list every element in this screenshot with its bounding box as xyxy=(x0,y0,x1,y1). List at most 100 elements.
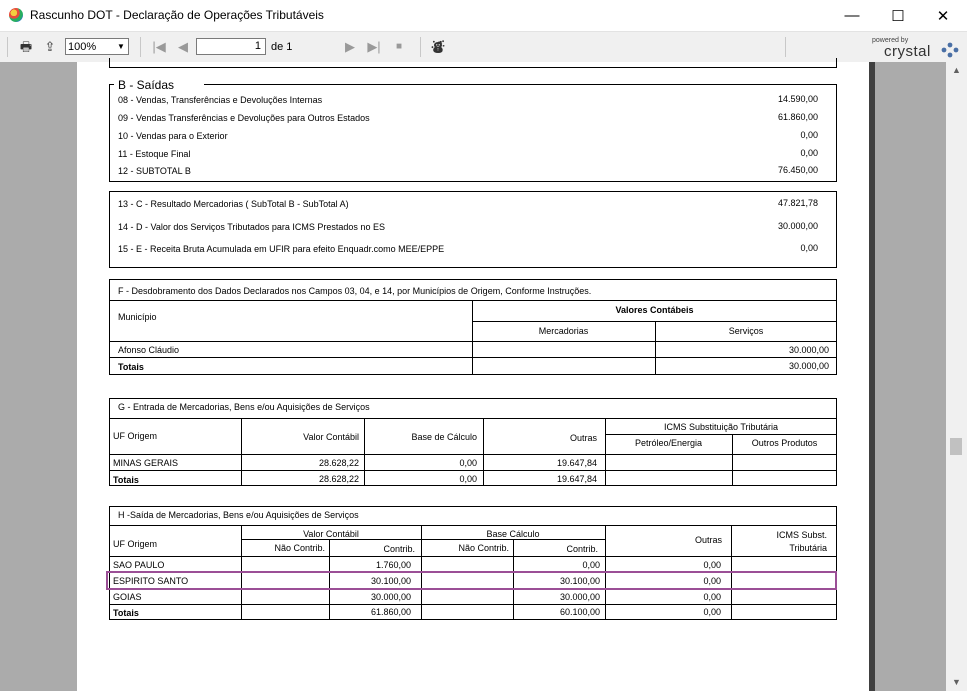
grid-line xyxy=(241,539,605,540)
section-h-cell-outras: 0,00 xyxy=(703,592,721,602)
page-count-label: de 1 xyxy=(271,41,293,53)
brand-label: crystal xyxy=(884,43,931,60)
grid-line xyxy=(109,357,837,358)
grid-line xyxy=(109,418,837,419)
grid-line xyxy=(241,418,242,486)
section-h-header-base-contrib: Contrib. xyxy=(566,544,598,554)
crystal-dots-icon xyxy=(941,42,959,58)
section-h-header-base: Base Cálculo xyxy=(486,529,540,539)
section-g-header-base: Base de Cálculo xyxy=(411,432,477,442)
section-b-row-value: 14.590,00 xyxy=(777,94,818,104)
section-g-cell-uf: MINAS GERAIS xyxy=(113,458,179,468)
zoom-select[interactable]: 100% ▼ xyxy=(65,38,129,55)
grid-line xyxy=(109,556,837,557)
grid-line xyxy=(109,454,837,455)
section-h-totals-label: Totais xyxy=(113,608,139,618)
section-h-totals-base-contrib: 60.100,00 xyxy=(559,607,600,617)
section-g-totals-outras: 19.647,84 xyxy=(556,474,597,484)
section-g-header-valor: Valor Contábil xyxy=(303,432,359,442)
section-h-cell-outras: 0,00 xyxy=(703,560,721,570)
stop-icon[interactable]: ■ xyxy=(391,39,407,55)
section-b-row-label: 10 - Vendas para o Exterior xyxy=(118,131,228,141)
grid-line xyxy=(483,418,484,486)
binoculars-icon[interactable]: ⛇ xyxy=(430,39,446,55)
grid-line xyxy=(109,341,837,342)
section-g-header-outros-produtos: Outros Produtos xyxy=(751,438,818,448)
minimize-button[interactable]: — xyxy=(829,0,875,31)
section-h-header-icms-st-line2: Tributária xyxy=(789,543,827,553)
crystal-logo: powered by crystal xyxy=(870,37,962,60)
title-bar: Rascunho DOT - Declaração de Operações T… xyxy=(0,0,967,31)
section-h-cell-uf: SAO PAULO xyxy=(113,560,165,570)
close-button[interactable]: ✕ xyxy=(920,0,966,31)
section-h-cell-uf: GOIAS xyxy=(113,592,142,602)
window-title: Rascunho DOT - Declaração de Operações T… xyxy=(30,8,324,22)
section-b-row-value: 0,00 xyxy=(800,148,818,158)
section-g-cell-outras: 19.647,84 xyxy=(556,458,597,468)
page-shadow xyxy=(869,62,875,691)
section-h-header-uf: UF Origem xyxy=(113,539,158,549)
section-g-totals-label: Totais xyxy=(113,475,139,485)
section-f-totals-label: Totais xyxy=(118,362,144,372)
section-cde-row-label: 14 - D - Valor dos Serviços Tributados p… xyxy=(118,222,385,232)
section-g-header-outras: Outras xyxy=(569,433,597,443)
previous-page-icon[interactable]: ◀ xyxy=(175,39,191,55)
grid-line xyxy=(109,525,837,526)
vertical-scrollbar[interactable]: ▲ ▼ xyxy=(946,62,967,691)
section-b-row-value: 61.860,00 xyxy=(777,112,818,122)
scroll-down-icon[interactable]: ▼ xyxy=(946,674,967,691)
section-h-table xyxy=(109,506,837,620)
section-f-header-mercadorias: Mercadorias xyxy=(538,326,589,336)
grid-line xyxy=(109,604,837,605)
export-icon[interactable]: ⇪ xyxy=(42,39,58,55)
section-b-row-label: 11 - Estoque Final xyxy=(118,149,191,159)
section-h-totals-outras: 0,00 xyxy=(703,607,721,617)
grid-line xyxy=(364,418,365,486)
section-f-title: F - Desdobramento dos Dados Declarados n… xyxy=(118,286,592,296)
section-g-totals-base: 0,00 xyxy=(459,474,477,484)
section-cde-row-label: 13 - C - Resultado Mercadorias ( SubTota… xyxy=(118,199,349,209)
section-h-title: H -Saída de Mercadorias, Bens e/ou Aquis… xyxy=(118,510,359,520)
scroll-thumb[interactable] xyxy=(950,438,962,455)
zoom-value: 100% xyxy=(68,41,97,53)
section-f-totals-servicos: 30.000,00 xyxy=(788,361,829,371)
toolbar-separator xyxy=(140,37,141,57)
section-b-title: B - Saídas xyxy=(114,78,204,92)
chevron-down-icon[interactable]: ▼ xyxy=(114,39,128,54)
section-h-header-base-nao-contrib: Não Contrib. xyxy=(458,543,509,553)
section-h-cell-valor-contrib: 1.760,00 xyxy=(375,560,411,570)
maximize-button[interactable]: ☐ xyxy=(875,0,921,31)
section-h-cell-valor-contrib: 30.000,00 xyxy=(370,592,411,602)
section-h-header-icms-st: ICMS Subst. xyxy=(776,530,827,540)
app-icon xyxy=(9,8,23,22)
section-b-row-value: 76.450,00 xyxy=(777,165,818,175)
toolbar-grip xyxy=(7,37,8,57)
section-cde-row-label: 15 - E - Receita Bruta Acumulada em UFIR… xyxy=(118,244,445,254)
section-h-header-outras: Outras xyxy=(694,535,722,545)
next-page-icon[interactable]: ▶ xyxy=(342,39,358,55)
section-f-cell-servicos: 30.000,00 xyxy=(788,345,829,355)
section-f-header-servicos: Serviços xyxy=(728,326,764,336)
section-h-header-valor: Valor Contábil xyxy=(303,529,359,539)
toolbar-separator xyxy=(785,37,786,57)
first-page-icon[interactable]: |◀ xyxy=(151,39,167,55)
grid-line xyxy=(109,470,837,471)
row-highlight xyxy=(106,571,837,590)
section-h-cell-base-contrib: 0,00 xyxy=(582,560,600,570)
section-b-row-label: 09 - Vendas Transferências e Devoluções … xyxy=(118,113,370,123)
section-b-row-label: 08 - Vendas, Transferências e Devoluções… xyxy=(118,95,323,105)
previous-section-box xyxy=(109,58,837,68)
section-h-cell-base-contrib: 30.000,00 xyxy=(559,592,600,602)
section-g-cell-valor: 28.628,22 xyxy=(318,458,359,468)
section-g-title: G - Entrada de Mercadorias, Bens e/ou Aq… xyxy=(118,402,370,412)
section-g-header-icms-st: ICMS Substituição Tributária xyxy=(663,422,779,432)
page-number-input[interactable]: 1 xyxy=(196,38,266,55)
section-g-totals-valor: 28.628,22 xyxy=(318,474,359,484)
last-page-icon[interactable]: ▶| xyxy=(366,39,382,55)
section-g-header-petroleo: Petróleo/Energia xyxy=(634,438,703,448)
scroll-up-icon[interactable]: ▲ xyxy=(946,62,967,79)
section-f-header-valores: Valores Contábeis xyxy=(615,305,694,315)
section-h-header-valor-nao-contrib: Não Contrib. xyxy=(274,543,325,553)
print-icon[interactable]: 🖶 xyxy=(18,39,34,55)
section-cde-row-value: 30.000,00 xyxy=(777,221,818,231)
